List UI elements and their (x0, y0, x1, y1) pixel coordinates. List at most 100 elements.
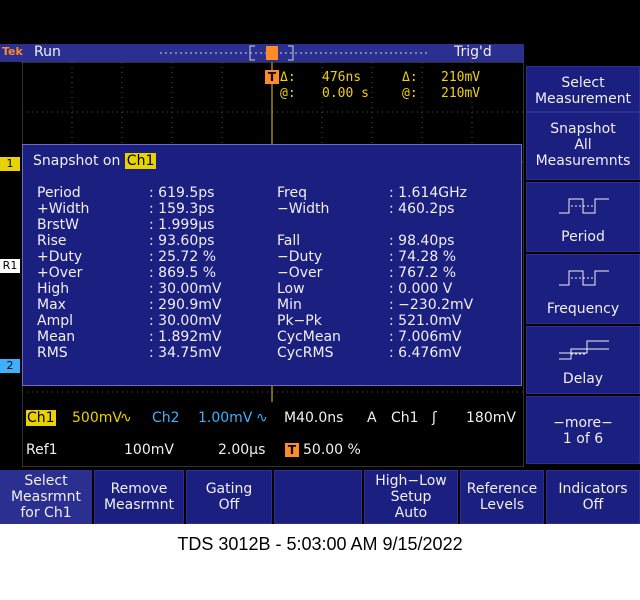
bottom-btn-2-line-1: Remove (110, 481, 168, 497)
ch2-ground-marker[interactable]: 2 (0, 359, 20, 373)
ref1-marker[interactable]: R1 (0, 259, 20, 273)
screenshot-caption: TDS 3012B - 5:03:00 AM 9/15/2022 (177, 534, 463, 554)
measurement-name: −Duty (277, 249, 323, 265)
gating-button[interactable]: Gating Off (186, 470, 272, 524)
bottom-btn-1-line-1: Select (24, 473, 68, 489)
time-at-value: 0.00 s (322, 86, 369, 101)
ref1-label: Ref1 (26, 442, 58, 458)
more-label: −more− (553, 415, 613, 431)
trigger-slope-icon: ʃ (432, 410, 437, 426)
snapshot-channel: Ch1 (124, 153, 157, 169)
volt-delta-value: 210mV (441, 70, 481, 85)
oscilloscope-screen: Tek Run Trig'd T Δ: 476ns @: 0.00 s Δ: 2 (0, 0, 640, 524)
ch2-readout-label: Ch2 (152, 410, 180, 426)
ch1-scale: 500mV (72, 410, 122, 426)
measurement-value: : 869.5 % (149, 265, 216, 281)
bottom-btn-5-line-1: High−Low (375, 473, 447, 489)
measurement-name: CycRMS (277, 345, 334, 361)
more-page-label: 1 of 6 (562, 431, 604, 447)
high-low-setup-button[interactable]: High−Low Setup Auto (364, 470, 458, 524)
measurement-name: Low (277, 281, 305, 297)
measurement-name: Freq (277, 185, 307, 201)
measurement-value: : 767.2 % (389, 265, 456, 281)
ch1-coupling-icon: ∿ (120, 410, 132, 426)
bottom-btn-6-line-1: Reference (466, 481, 538, 497)
delay-button[interactable]: Delay (526, 326, 640, 394)
trigger-position: 50.00 % (303, 442, 361, 458)
delay-waveform-icon (559, 340, 609, 360)
timebase: M40.0ns (284, 410, 344, 426)
empty-menu-button[interactable] (274, 470, 362, 524)
select-measurement-label: Select Measurement (534, 75, 632, 107)
delay-label: Delay (562, 371, 604, 387)
ref1-scale: 100mV (124, 442, 174, 458)
more-button[interactable]: −more− 1 of 6 (526, 396, 640, 464)
measurement-name: Period (37, 185, 81, 201)
period-label: Period (561, 229, 605, 245)
bottom-btn-3-line-2: Off (218, 497, 240, 513)
bottom-btn-7-line-2: Off (582, 497, 604, 513)
measurement-name: Pk−Pk (277, 313, 322, 329)
bottom-btn-7-line-1: Indicators (558, 481, 628, 497)
snapshot-title: Snapshot on Ch1 (33, 153, 157, 169)
measurement-value: : 0.000 V (389, 281, 453, 297)
volt-delta-label: Δ: (402, 70, 418, 85)
measurement-value: : 1.614GHz (389, 185, 467, 201)
trigger-mode: A (367, 410, 377, 426)
frequency-waveform-icon (559, 270, 609, 286)
measurement-value: : 30.00mV (149, 313, 222, 329)
measurement-value: : 74.28 % (389, 249, 456, 265)
measurement-name: +Duty (37, 249, 83, 265)
period-waveform-icon (559, 198, 609, 214)
snapshot-all-button[interactable]: Snapshot All Measuremnts (526, 112, 640, 180)
trigger-status: Trig'd (454, 44, 492, 60)
snapshot-all-line-2: All (574, 137, 592, 153)
bottom-btn-1-line-3: for Ch1 (20, 505, 72, 521)
measurement-value: : 1.892mV (149, 329, 222, 345)
measurement-name: CycMean (277, 329, 341, 345)
measurement-name: Mean (37, 329, 76, 345)
remove-measurement-button[interactable]: Remove Measrmnt (94, 470, 184, 524)
bottom-btn-3-line-1: Gating (205, 481, 253, 497)
record-position-indicator (160, 45, 430, 61)
measurement-name: Rise (37, 233, 67, 249)
select-measurement-for-ch1-button[interactable]: Select Measrmnt for Ch1 (0, 470, 92, 524)
measurement-name: High (37, 281, 70, 297)
trigger-source: Ch1 (391, 410, 419, 426)
measurement-value: : 460.2ps (389, 201, 455, 217)
measurement-name: RMS (37, 345, 68, 361)
ch1-readout-label: Ch1 (26, 410, 56, 426)
indicators-button[interactable]: Indicators Off (546, 470, 640, 524)
volt-at-label: @: (402, 86, 418, 101)
measurement-value: : 7.006mV (389, 329, 462, 345)
ch1-ground-marker[interactable]: 1 (0, 157, 20, 171)
reference-levels-button[interactable]: Reference Levels (460, 470, 544, 524)
more-label-group: −more− 1 of 6 (527, 415, 639, 447)
frequency-button[interactable]: Frequency (526, 254, 640, 324)
time-delta-value: 476ns (322, 70, 362, 85)
brand-logo: Tek (2, 44, 30, 60)
snapshot-title-text: Snapshot on (33, 153, 121, 169)
time-at-label: @: (280, 86, 296, 101)
measurement-name: −Width (277, 201, 330, 217)
trigger-position-icon: T (285, 443, 299, 457)
measurement-name: −Over (277, 265, 323, 281)
snapshot-all-label: Snapshot All Measuremnts (527, 121, 639, 169)
bottom-btn-5-line-3: Auto (394, 505, 428, 521)
measurement-name: +Over (37, 265, 83, 281)
measurement-name: Min (277, 297, 302, 313)
measurement-value: : 98.40ps (389, 233, 455, 249)
measurement-value: : 290.9mV (149, 297, 222, 313)
measurement-value: : 34.75mV (149, 345, 222, 361)
measurement-value: : 619.5ps (149, 185, 215, 201)
snapshot-panel: Snapshot on Ch1 Period : 619.5ps Freq : 1.6… (22, 144, 522, 386)
period-button[interactable]: Period (526, 182, 640, 252)
measurement-name: Max (37, 297, 66, 313)
bottom-btn-1-line-2: Measrmnt (10, 489, 82, 505)
measurement-value: : 6.476mV (389, 345, 462, 361)
measurement-value: : 521.0mV (389, 313, 462, 329)
measurement-value: : −230.2mV (389, 297, 474, 313)
bottom-btn-6-line-2: Levels (479, 497, 525, 513)
frequency-label: Frequency (546, 301, 620, 317)
measurement-value: : 25.72 % (149, 249, 216, 265)
